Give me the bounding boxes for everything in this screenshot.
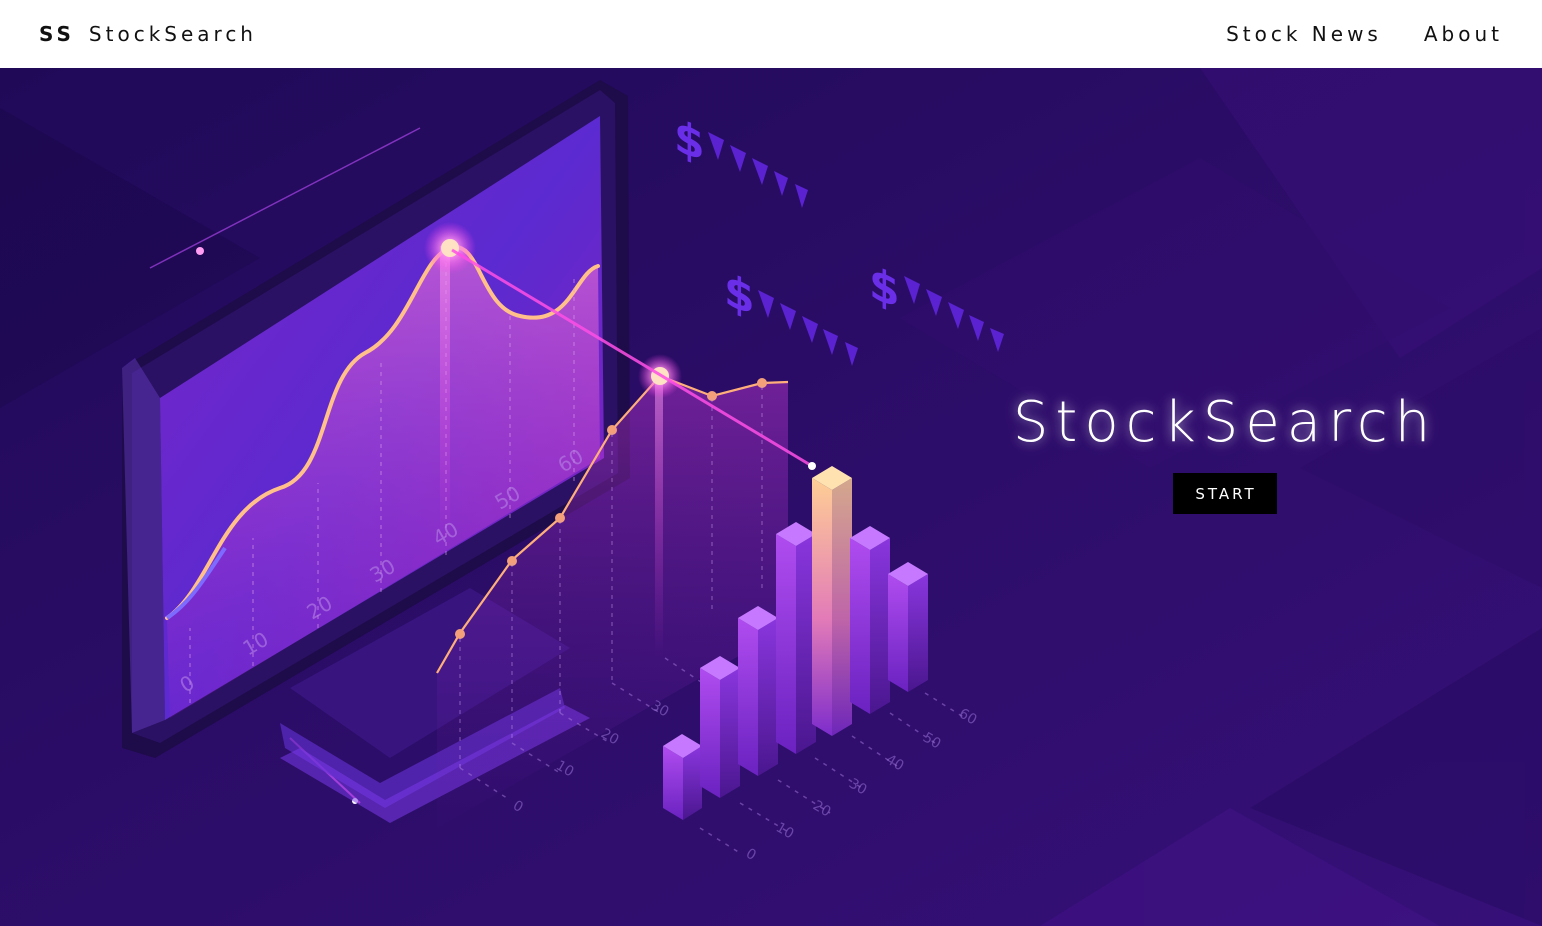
nav-link-stock-news[interactable]: Stock News	[1226, 22, 1382, 46]
nav-links: Stock News About	[1184, 22, 1503, 46]
hero-title: StockSearch	[1012, 390, 1438, 455]
nav-link-about[interactable]: About	[1424, 22, 1503, 46]
brand-logo[interactable]: SS	[39, 22, 75, 46]
top-navbar: SS StockSearch Stock News About	[0, 0, 1542, 68]
hero-section: 0 10 20 30 40 50 60 0 10 20 30 0 10 20 3…	[0, 68, 1542, 926]
hero-content: StockSearch START	[980, 390, 1470, 514]
brand-name[interactable]: StockSearch	[89, 22, 257, 46]
start-button[interactable]: START	[1173, 473, 1277, 514]
brand[interactable]: SS StockSearch	[39, 22, 257, 46]
